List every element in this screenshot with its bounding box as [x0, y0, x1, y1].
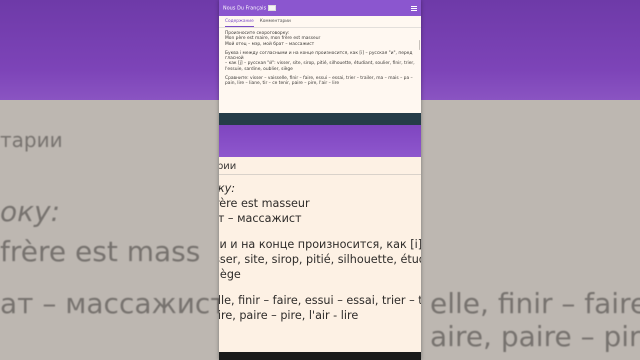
app-bar: Nous Du Français [219, 0, 421, 16]
content-line: Мой отец – мэр, мой брат – массажист [225, 41, 315, 47]
scrollbar[interactable] [418, 40, 420, 50]
zoomed-content: тарии оку: frère est masseur ат – массаж… [219, 157, 421, 352]
bg-text-1: тарии [0, 128, 63, 152]
zoomed-tab-label: тарии [219, 161, 237, 172]
tab-bar: Содержание Комментарии [219, 16, 421, 28]
content-line: Буква i между согласными и на конце прои… [225, 50, 413, 62]
menu-icon[interactable] [411, 5, 417, 11]
zoom-app-bar [219, 125, 421, 157]
tab-divider [219, 174, 421, 175]
app-preview: Nous Du Français Содержание Комментарии … [219, 0, 421, 113]
tab-contents[interactable]: Содержание [225, 19, 254, 27]
zoomed-line: isser, site, sirop, pitié, silhouette, é… [219, 253, 421, 266]
bg-text-5: elle, finir – faire [430, 287, 640, 320]
lesson-content: Произносите скороговорку: Mon père est m… [219, 28, 421, 94]
bg-text-3: frère est mass [0, 235, 201, 268]
content-line: – как [j] – русская "й": visser, site, s… [225, 61, 415, 67]
flag-icon [268, 4, 277, 11]
bottom-bar [219, 352, 421, 360]
zoomed-line: ат – массажист [219, 212, 302, 225]
bg-text-6: aire, paire – pire [430, 320, 640, 353]
zoomed-line: оку: [219, 182, 235, 195]
content-line: pain, lire – liane, tir – ce tenir, pair… [225, 81, 340, 87]
zoomed-line: elle, finir – faire, essui – essai, trie… [219, 294, 421, 307]
content-line: l'essuie, sardine, oublier, siège [225, 66, 293, 72]
bg-text-2: оку: [0, 195, 61, 228]
zoomed-line: ми и на конце произносится, как [i] - ру… [219, 238, 421, 251]
content-line: Mon père est maire, mon frère est masseu… [225, 36, 321, 42]
phone-screen: Nous Du Français Содержание Комментарии … [219, 0, 421, 360]
zoomed-line: siège [219, 268, 241, 281]
app-title: Nous Du Français [223, 4, 411, 11]
bg-text-4: ат – массажист [0, 287, 227, 320]
zoomed-line: aire, paire – pire, l'air - lire [219, 309, 359, 322]
tab-comments[interactable]: Комментарии [260, 19, 291, 24]
video-gap-band [219, 113, 421, 125]
zoomed-line: frère est masseur [219, 197, 310, 210]
